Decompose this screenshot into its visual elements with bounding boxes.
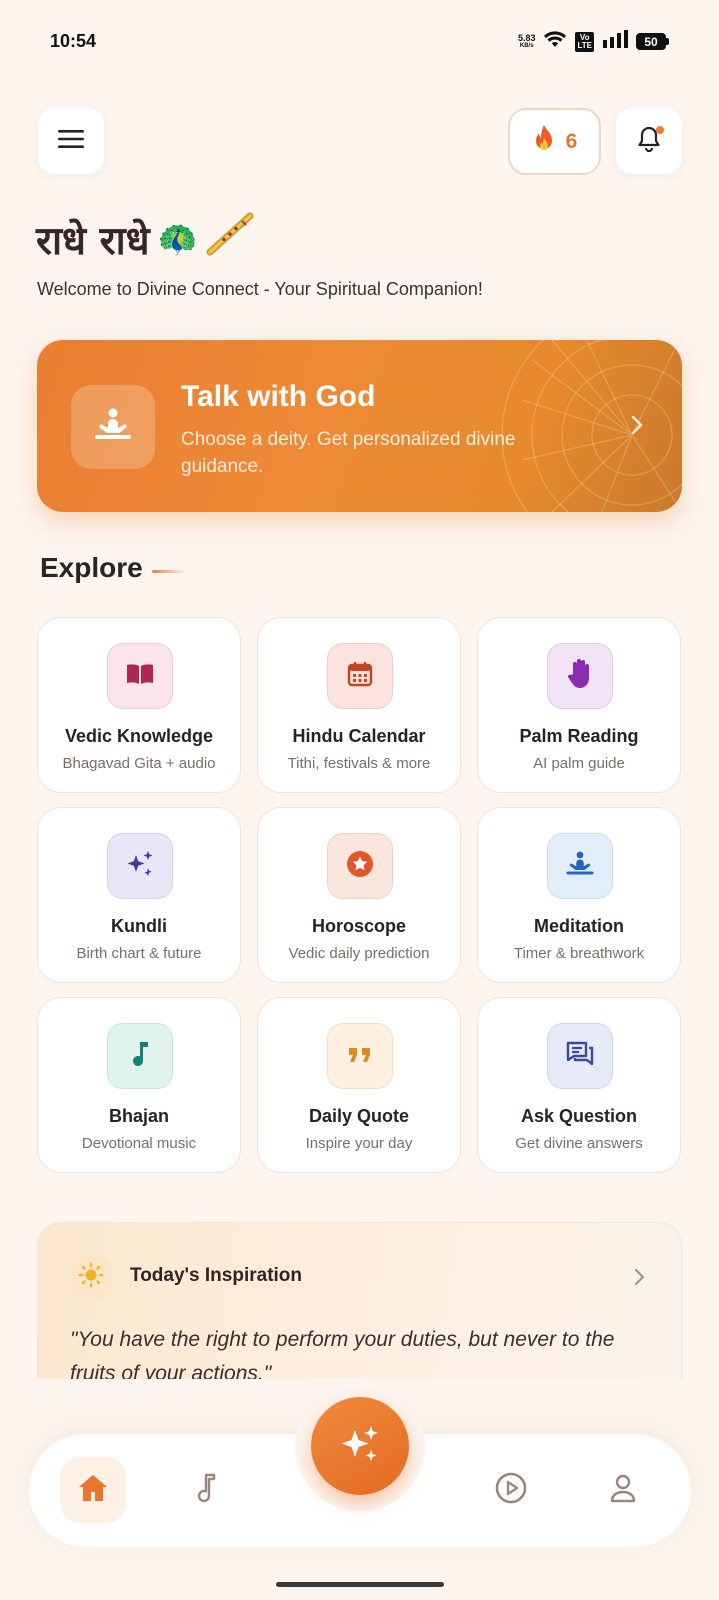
card-meditation[interactable]: Meditation Timer & breathwork	[477, 807, 681, 983]
sun-icon	[78, 1261, 104, 1293]
todays-inspiration-card[interactable]: Today's Inspiration "You have the right …	[37, 1222, 682, 1379]
nav-profile[interactable]	[590, 1457, 656, 1523]
network-speed: 5.83 KB/s	[517, 32, 536, 50]
greeting-text: राधे राधे	[36, 218, 150, 264]
profile-icon	[608, 1472, 638, 1509]
volte-badge: Vo LTE	[575, 31, 594, 52]
card-title: Kundli	[111, 916, 167, 936]
card-horoscope[interactable]: Horoscope Vedic daily prediction	[257, 807, 461, 983]
card-icon-box	[547, 833, 613, 899]
card-title: Horoscope	[311, 916, 407, 936]
inspiration-title: Today's Inspiration	[130, 1265, 303, 1286]
book-icon	[125, 662, 155, 691]
card-title: Palm Reading	[519, 726, 639, 746]
menu-button[interactable]	[38, 108, 104, 174]
volte-bottom: LTE	[577, 40, 592, 50]
card-icon-box	[107, 833, 173, 899]
card-hindu-calendar[interactable]: Hindu Calendar Tithi, festivals & more	[257, 617, 461, 793]
inspiration-icon-box	[70, 1256, 112, 1298]
card-title: Meditation	[534, 916, 624, 936]
explore-underline	[152, 570, 186, 573]
card-icon-box	[107, 643, 173, 709]
card-vedic-knowledge[interactable]: Vedic Knowledge Bhagavad Gita + audio	[37, 617, 241, 793]
inspiration-quote: "You have the right to perform your duti…	[70, 1328, 615, 1379]
card-icon-box	[547, 1023, 613, 1089]
meditation-icon	[93, 407, 133, 448]
star-badge-icon	[345, 849, 375, 884]
signal-icon	[602, 30, 628, 53]
card-icon-box	[327, 643, 393, 709]
card-title: Hindu Calendar	[292, 726, 426, 746]
fire-icon	[532, 124, 556, 159]
ai-sparkle-icon	[338, 1422, 382, 1471]
network-speed-value: 5.83	[517, 32, 536, 43]
hero-title: Talk with God	[181, 380, 376, 413]
sparkles-icon	[125, 849, 155, 884]
status-time: 10:54	[50, 31, 97, 51]
hand-icon	[566, 658, 594, 695]
card-subtitle: Tithi, festivals & more	[287, 755, 431, 772]
hero-subtitle: Choose a deity. Get personalized divine …	[181, 429, 516, 477]
play-icon	[494, 1471, 528, 1510]
peacock-icon: 🦚	[157, 220, 198, 258]
card-bhajan[interactable]: Bhajan Devotional music	[37, 997, 241, 1173]
calendar-icon	[347, 661, 373, 692]
card-daily-quote[interactable]: Daily Quote Inspire your day	[257, 997, 461, 1173]
card-icon-box	[327, 833, 393, 899]
card-title: Ask Question	[520, 1106, 638, 1126]
music-icon	[196, 1472, 218, 1509]
battery-icon: 50	[636, 33, 669, 50]
card-icon-box	[327, 1023, 393, 1089]
card-kundli[interactable]: Kundli Birth chart & future	[37, 807, 241, 983]
streak-button[interactable]: 6	[508, 108, 601, 175]
card-title: Bhajan	[108, 1106, 169, 1126]
hamburger-menu-icon	[58, 129, 84, 154]
nav-play[interactable]	[478, 1457, 544, 1523]
home-icon	[77, 1473, 109, 1508]
card-palm-reading[interactable]: Palm Reading AI palm guide	[477, 617, 681, 793]
wifi-icon	[543, 30, 567, 53]
chevron-right-icon	[633, 1268, 645, 1291]
ai-fab-button[interactable]	[311, 1397, 409, 1495]
meditation-icon	[565, 850, 595, 883]
card-subtitle: Timer & breathwork	[513, 945, 645, 962]
nav-music[interactable]	[174, 1457, 240, 1523]
status-bar: 10:54 5.83 KB/s Vo LTE 50	[0, 0, 719, 84]
card-subtitle: Get divine answers	[515, 1135, 643, 1152]
app-screen: 10:54 5.83 KB/s Vo LTE 50 6 राधे राधे 🦚 …	[0, 0, 719, 1600]
greeting-title: राधे राधे 🦚	[36, 212, 254, 266]
card-ask-question[interactable]: Ask Question Get divine answers	[477, 997, 681, 1173]
streak-count: 6	[565, 129, 578, 153]
card-subtitle: Inspire your day	[305, 1135, 413, 1152]
quote-icon	[347, 1044, 373, 1069]
fab-ring	[295, 1381, 425, 1511]
card-subtitle: AI palm guide	[533, 755, 625, 772]
talk-with-god-card[interactable]: Talk with God Choose a deity. Get person…	[37, 340, 682, 512]
chat-icon	[565, 1040, 595, 1073]
flute-icon	[206, 212, 254, 266]
notification-dot	[656, 126, 664, 134]
card-subtitle: Devotional music	[81, 1135, 197, 1152]
card-subtitle: Bhagavad Gita + audio	[62, 755, 216, 772]
welcome-text: Welcome to Divine Connect - Your Spiritu…	[37, 279, 483, 299]
home-indicator[interactable]	[276, 1582, 444, 1587]
status-icons: 5.83 KB/s Vo LTE 50	[518, 30, 669, 53]
explore-title: Explore	[40, 552, 143, 583]
notifications-button[interactable]	[616, 108, 682, 174]
card-subtitle: Birth chart & future	[76, 945, 202, 962]
nav-home[interactable]	[60, 1457, 126, 1523]
hero-meditation-icon-box	[71, 385, 155, 469]
battery-level: 50	[636, 33, 666, 50]
card-subtitle: Vedic daily prediction	[288, 945, 430, 962]
music-note-icon	[129, 1039, 151, 1074]
card-title: Vedic Knowledge	[64, 726, 214, 746]
card-icon-box	[107, 1023, 173, 1089]
chevron-right-icon	[630, 414, 644, 441]
card-icon-box	[547, 643, 613, 709]
network-speed-unit: KB/s	[519, 42, 534, 49]
card-title: Daily Quote	[308, 1106, 410, 1126]
